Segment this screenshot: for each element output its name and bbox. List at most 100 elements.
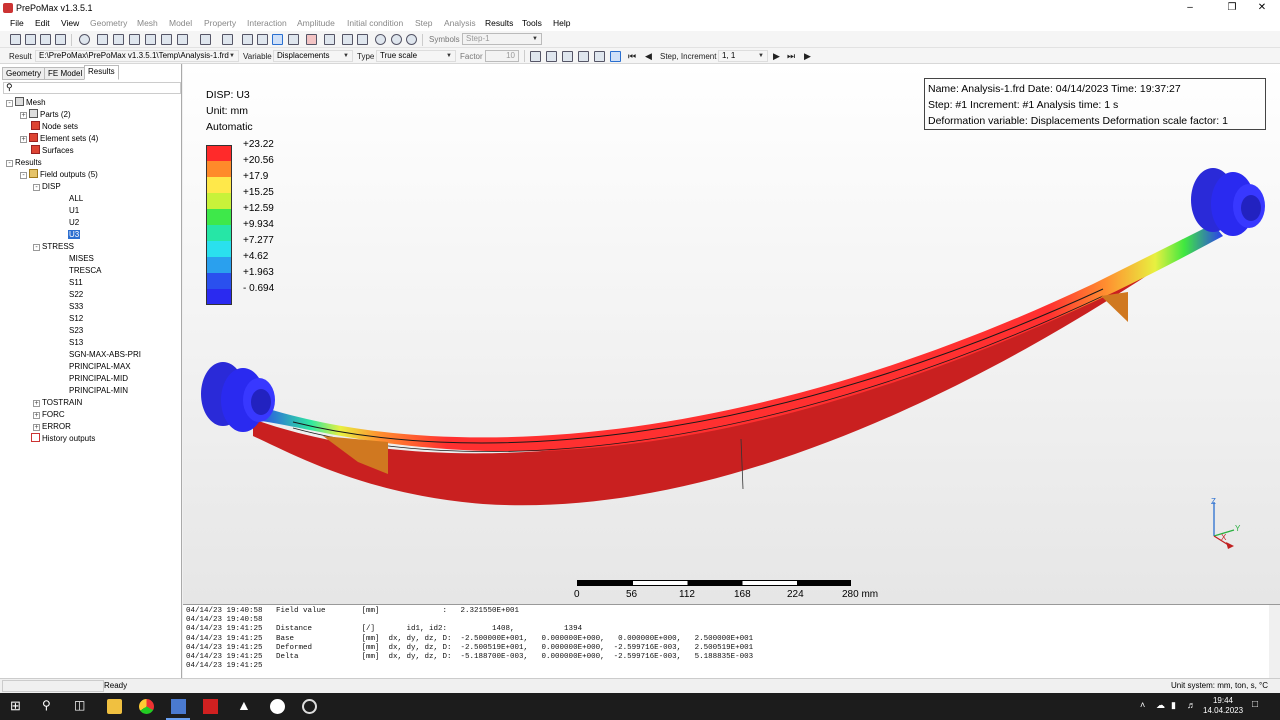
close-icon[interactable]: ✕: [1244, 0, 1280, 16]
tab-fe-model[interactable]: FE Model: [44, 67, 87, 80]
expand-icon[interactable]: +: [20, 136, 27, 143]
step-increment-dropdown[interactable]: 1, 1 ▼: [718, 50, 768, 62]
menu-amplitude[interactable]: Amplitude: [297, 18, 335, 28]
tab-geometry[interactable]: Geometry: [2, 67, 46, 80]
last-increment-icon[interactable]: ⏭: [787, 51, 795, 62]
notification-icon[interactable]: □: [1252, 699, 1258, 710]
console-scrollbar[interactable]: [1269, 605, 1280, 678]
explode-icon[interactable]: [306, 34, 317, 45]
menu-mesh[interactable]: Mesh: [137, 18, 158, 28]
tree-surfaces[interactable]: Surfaces: [31, 145, 74, 156]
menu-edit[interactable]: Edit: [35, 18, 50, 28]
menu-initial-condition[interactable]: Initial condition: [347, 18, 403, 28]
task-view-icon[interactable]: ◫: [74, 698, 85, 712]
view-front-icon[interactable]: [97, 34, 108, 45]
tree-stress-s33[interactable]: S33: [69, 301, 83, 312]
transparency-icon[interactable]: [594, 51, 605, 62]
tree-stress-principal-mid[interactable]: PRINCIPAL-MID: [69, 373, 128, 384]
section-view-icon[interactable]: [288, 34, 299, 45]
search-icon[interactable]: ⚲: [42, 698, 51, 712]
tree-field-outputs[interactable]: - Field outputs (5): [20, 169, 98, 180]
menu-model[interactable]: Model: [169, 18, 192, 28]
view-isometric-icon[interactable]: [222, 34, 233, 45]
tree-stress-s12[interactable]: S12: [69, 313, 83, 324]
tree-stress-s11[interactable]: S11: [69, 277, 83, 288]
view-top-icon[interactable]: [129, 34, 140, 45]
transform-icon[interactable]: [357, 34, 368, 45]
open-file-icon[interactable]: [25, 34, 36, 45]
tree-mesh[interactable]: - Mesh: [6, 97, 46, 108]
wireframe-icon[interactable]: [257, 34, 268, 45]
collapse-icon[interactable]: -: [33, 184, 40, 191]
tree-stress-s22[interactable]: S22: [69, 289, 83, 300]
menu-analysis[interactable]: Analysis: [444, 18, 476, 28]
tree-disp[interactable]: - DISP: [33, 181, 61, 192]
new-file-icon[interactable]: [10, 34, 21, 45]
windows-start-icon[interactable]: ⊞: [10, 698, 21, 714]
menu-file[interactable]: File: [10, 18, 24, 28]
leaf-spring-model[interactable]: [183, 64, 1280, 605]
expand-icon[interactable]: +: [33, 412, 40, 419]
tree-stress-s23[interactable]: S23: [69, 325, 83, 336]
query-icon[interactable]: [324, 34, 335, 45]
inkscape-icon[interactable]: ▲: [237, 697, 251, 713]
animate-icon[interactable]: ▶: [804, 51, 811, 62]
show-all-icon[interactable]: [406, 34, 417, 45]
tree-parts[interactable]: + Parts (2): [20, 109, 71, 120]
deformed-icon[interactable]: [546, 51, 557, 62]
tree-error[interactable]: + ERROR: [33, 421, 71, 432]
view-back-icon[interactable]: [113, 34, 124, 45]
obs-icon[interactable]: [302, 699, 317, 714]
battery-icon[interactable]: ▮: [1171, 700, 1176, 711]
zoom-icon[interactable]: [79, 34, 90, 45]
expand-icon[interactable]: +: [33, 424, 40, 431]
menu-step[interactable]: Step: [415, 18, 433, 28]
color-contours-icon[interactable]: [562, 51, 573, 62]
app-s-icon[interactable]: [270, 699, 285, 714]
expand-icon[interactable]: +: [20, 112, 27, 119]
tree-stress-sgn-max-abs-pri[interactable]: SGN-MAX-ABS-PRI: [69, 349, 141, 360]
foxit-icon[interactable]: [203, 699, 218, 714]
collapse-icon[interactable]: -: [20, 172, 27, 179]
undeformed-icon[interactable]: [530, 51, 541, 62]
tree-stress-principal-max[interactable]: PRINCIPAL-MAX: [69, 361, 131, 372]
tree-stress-tresca[interactable]: TRESCA: [69, 265, 101, 276]
result-options-icon[interactable]: [610, 51, 621, 62]
cloud-icon[interactable]: ☁: [1156, 700, 1165, 711]
menu-property[interactable]: Property: [204, 18, 236, 28]
first-increment-icon[interactable]: ⏮: [628, 51, 636, 62]
result-file-dropdown[interactable]: E:\PrePoMax\PrePoMax v1.3.5.1\Temp\Analy…: [35, 50, 239, 62]
tree-stress-mises[interactable]: MISES: [69, 253, 94, 264]
import-icon[interactable]: [40, 34, 51, 45]
menu-view[interactable]: View: [61, 18, 79, 28]
menu-help[interactable]: Help: [553, 18, 570, 28]
menu-interaction[interactable]: Interaction: [247, 18, 287, 28]
tree-stress-principal-min[interactable]: PRINCIPAL-MIN: [69, 385, 128, 396]
pick-icon[interactable]: [342, 34, 353, 45]
collapse-icon[interactable]: -: [6, 100, 13, 107]
collapse-icon[interactable]: -: [6, 160, 13, 167]
type-dropdown[interactable]: True scale ▼: [376, 50, 456, 62]
output-console[interactable]: 04/14/23 19:40:58 Field value [mm] : 2.3…: [183, 605, 1280, 678]
hide-icon[interactable]: [391, 34, 402, 45]
shaded-edges-icon[interactable]: [272, 34, 283, 45]
next-increment-icon[interactable]: ▶: [773, 51, 780, 62]
mesh-overlay-icon[interactable]: [578, 51, 589, 62]
tree-search-input[interactable]: ⚲: [3, 82, 181, 94]
tree-disp-all[interactable]: ALL: [69, 193, 83, 204]
menu-geometry[interactable]: Geometry: [90, 18, 127, 28]
view-right-icon[interactable]: [177, 34, 188, 45]
view-normal-icon[interactable]: [200, 34, 211, 45]
tray-chevron-icon[interactable]: ˄: [1140, 700, 1145, 710]
file-explorer-icon[interactable]: [107, 699, 122, 714]
factor-input[interactable]: 10: [485, 50, 519, 62]
tree-node-sets[interactable]: Node sets: [31, 121, 78, 132]
previous-increment-icon[interactable]: ◀: [645, 51, 652, 62]
tree-stress[interactable]: - STRESS: [33, 241, 74, 252]
symbols-step-dropdown[interactable]: Step-1 ▼: [462, 33, 542, 45]
tree-disp-u3[interactable]: U3: [68, 229, 81, 240]
expand-icon[interactable]: +: [33, 400, 40, 407]
view-bottom-icon[interactable]: [145, 34, 156, 45]
tree-element-sets[interactable]: + Element sets (4): [20, 133, 98, 144]
tree-tostrain[interactable]: + TOSTRAIN: [33, 397, 82, 408]
